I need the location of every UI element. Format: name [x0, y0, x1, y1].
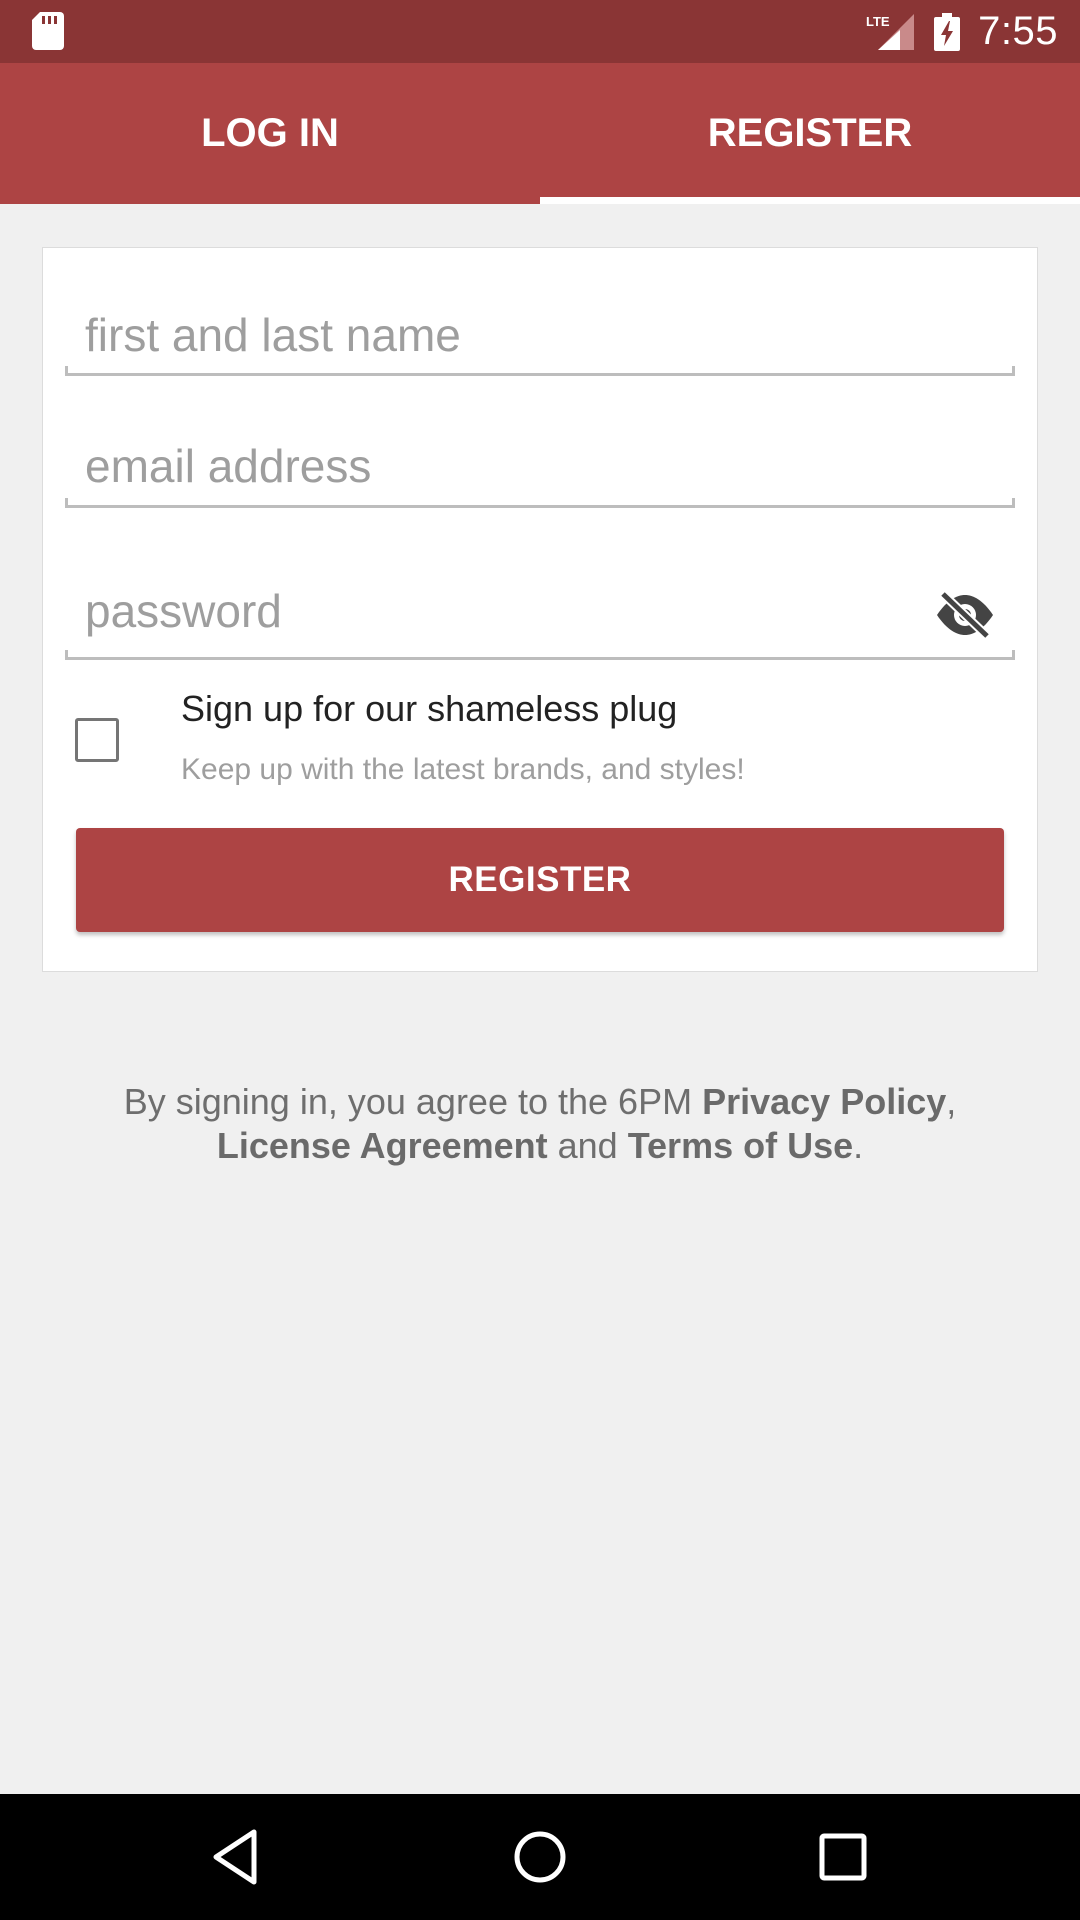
- license-agreement-link[interactable]: License Agreement: [217, 1125, 548, 1166]
- recent-apps-icon[interactable]: [810, 1824, 876, 1890]
- navigation-bar: [0, 1794, 1080, 1920]
- register-form-card: Sign up for our shameless plug Keep up w…: [42, 247, 1038, 972]
- terms-of-use-link[interactable]: Terms of Use: [628, 1125, 853, 1166]
- tab-register[interactable]: REGISTER: [540, 63, 1080, 204]
- clock: 7:55: [978, 9, 1058, 53]
- tab-bar: LOG IN REGISTER: [0, 63, 1080, 204]
- eye-off-icon[interactable]: [935, 590, 995, 640]
- tab-register-label: REGISTER: [707, 111, 913, 155]
- lte-label: LTE: [866, 14, 890, 29]
- status-bar: LTE 7:55: [0, 0, 1080, 63]
- name-field: [65, 296, 1015, 376]
- sd-card-icon: [32, 12, 64, 50]
- name-input[interactable]: [65, 296, 1015, 373]
- legal-notice: By signing in, you agree to the 6PM Priv…: [60, 1080, 1020, 1168]
- privacy-policy-link[interactable]: Privacy Policy: [702, 1081, 946, 1122]
- register-button[interactable]: REGISTER: [76, 828, 1004, 932]
- password-input[interactable]: [65, 564, 1015, 657]
- email-field: [65, 426, 1015, 508]
- tab-log-in[interactable]: LOG IN: [0, 63, 540, 204]
- lte-signal-icon: LTE: [866, 13, 915, 50]
- legal-comma: ,: [946, 1081, 957, 1122]
- legal-period: .: [853, 1125, 864, 1166]
- newsletter-subtitle: Keep up with the latest brands, and styl…: [181, 753, 745, 786]
- battery-charging-icon: [934, 12, 961, 51]
- home-icon[interactable]: [507, 1824, 573, 1890]
- newsletter-title: Sign up for our shameless plug: [181, 688, 678, 729]
- tab-log-in-label: LOG IN: [201, 111, 339, 155]
- back-icon[interactable]: [204, 1824, 270, 1890]
- newsletter-checkbox[interactable]: [75, 718, 119, 762]
- email-input[interactable]: [65, 426, 1015, 505]
- legal-and: and: [547, 1125, 628, 1166]
- legal-prefix: By signing in, you agree to the 6PM: [123, 1081, 703, 1122]
- password-field: [65, 564, 1015, 660]
